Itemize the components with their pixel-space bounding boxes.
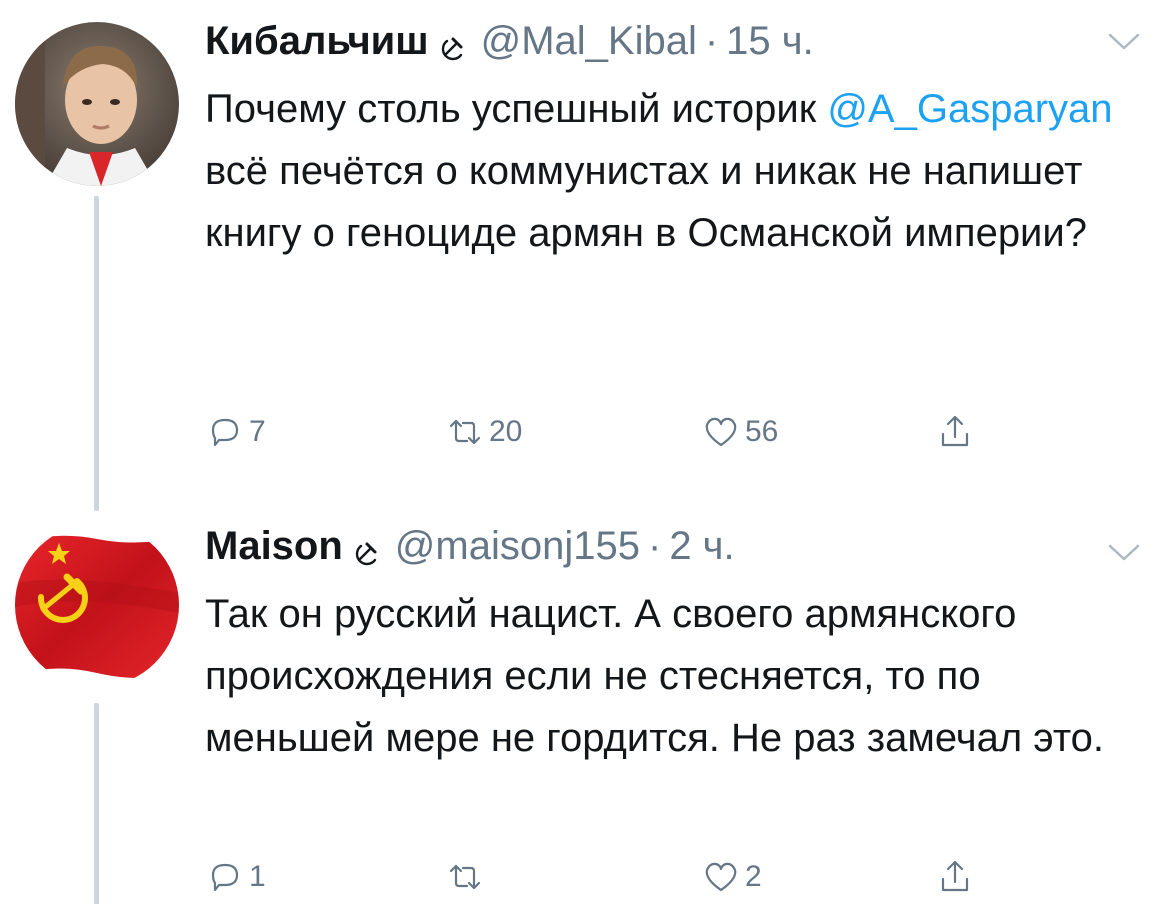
tweet-header: Кибальчиш @Mal_Kibal · 15 ч. [205,16,814,66]
tweet-text-part: Почему столь успешный историк [205,87,828,131]
share-button[interactable] [935,410,975,454]
tweet-time[interactable]: 2 ч. [669,524,734,569]
tweet[interactable]: Maison @maisonj155 · 2 ч. Так он русский… [0,515,1159,904]
avatar[interactable] [15,22,179,186]
user-handle[interactable]: @maisonj155 [395,524,640,569]
avatar[interactable] [15,523,179,687]
heart-icon [705,862,737,892]
tweet-text: Так он русский нацист. А своего армянско… [205,592,1105,760]
heart-icon [705,417,737,447]
tweet-header: Maison @maisonj155 · 2 ч. [205,521,735,571]
hammer-sickle-icon [439,26,469,61]
mention-link[interactable]: @A_Gasparyan [827,87,1112,131]
chevron-down-icon[interactable] [1107,32,1141,52]
like-button[interactable]: 2 [701,855,762,899]
tweet[interactable]: Кибальчиш @Mal_Kibal · 15 ч. Почему стол… [0,0,1159,515]
thread-line [94,196,99,511]
user-handle[interactable]: @Mal_Kibal [481,19,697,64]
thread-line [94,703,99,904]
reply-button[interactable]: 1 [205,855,266,899]
avatar-photo [15,22,179,186]
share-icon [941,415,969,447]
reply-button[interactable]: 7 [205,410,266,454]
tweet-time[interactable]: 15 ч. [726,19,814,64]
reply-icon [211,863,239,892]
reply-count: 1 [249,860,266,893]
retweet-button[interactable]: 20 [445,410,522,454]
retweet-count: 20 [489,415,523,448]
tweet-actions: 7 20 56 [205,410,1025,454]
retweet-icon [449,419,481,445]
soviet-flag-avatar [15,523,179,687]
tweet-actions: 1 2 [205,855,1025,899]
reply-icon [211,418,239,447]
display-name[interactable]: Кибальчиш [205,19,429,64]
chevron-down-icon[interactable] [1107,543,1141,563]
retweet-button[interactable] [445,855,489,899]
like-count: 2 [745,860,762,893]
retweet-icon [449,864,481,890]
like-button[interactable]: 56 [701,410,778,454]
reply-count: 7 [249,415,266,448]
share-icon [941,860,969,892]
tweet-text-part: всё печётся о коммунистах и никак не нап… [205,149,1087,255]
share-button[interactable] [935,855,975,899]
separator: · [704,18,719,63]
like-count: 56 [745,415,779,448]
separator: · [647,523,662,568]
tweet-text: Почему столь успешный историк @A_Gaspary… [205,78,1135,264]
hammer-sickle-icon [353,531,383,566]
display-name[interactable]: Maison [205,524,343,569]
